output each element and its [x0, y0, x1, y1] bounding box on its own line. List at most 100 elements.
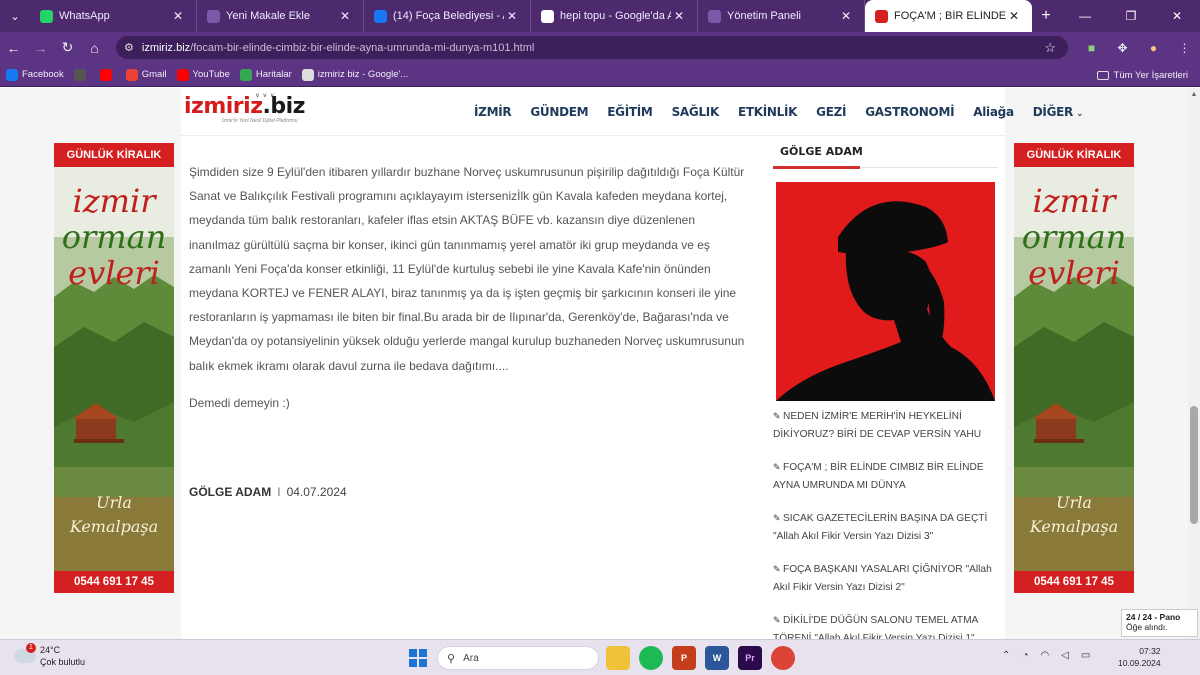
menu-item[interactable]: GEZİ	[816, 105, 846, 119]
tab-title: FOÇA'M ; BİR ELİNDE CIMBIZ	[894, 10, 1006, 22]
tab-favicon	[541, 9, 554, 23]
search-icon: ⚲	[447, 652, 456, 665]
forward-button[interactable]: →	[27, 32, 54, 63]
tab-title: hepi topu - Google'da Ara	[560, 10, 671, 22]
tab-close-icon[interactable]: ✕	[504, 9, 520, 23]
tab-close-icon[interactable]: ✕	[838, 9, 854, 23]
minimize-icon[interactable]: —	[1062, 9, 1108, 23]
browser-tab[interactable]: Yönetim Paneli ✕	[698, 0, 865, 32]
tab-close-icon[interactable]: ✕	[1006, 9, 1022, 23]
sidebar-title: GÖLGE ADAM	[780, 145, 863, 158]
bookmark-label: Facebook	[22, 69, 64, 80]
more-menu-icon[interactable]: ⋮	[1169, 41, 1200, 55]
wifi-icon[interactable]: ◠	[1040, 650, 1049, 661]
sidebar-article-link[interactable]: ✎ SICAK GAZETECİLERİN BAŞINA DA GEÇTİ "Al…	[773, 510, 998, 545]
logo-wordmark: izmiriz.biz	[184, 94, 305, 119]
menu-item[interactable]: İZMİR	[474, 105, 512, 119]
bookmark-item[interactable]	[99, 68, 116, 81]
pen-icon: ✎	[773, 564, 781, 574]
sidebar-article-link[interactable]: ✎ FOÇA'M ; BİR ELİNDE CIMBIZ BİR ELİNDE A…	[773, 459, 998, 494]
menu-item[interactable]: GASTRONOMİ	[865, 105, 954, 119]
file-explorer-icon[interactable]	[606, 646, 630, 670]
browser-tab[interactable]: WhatsApp ✕	[30, 0, 197, 32]
author-silhouette-image[interactable]	[776, 182, 995, 401]
bookmark-item[interactable]: YouTube	[176, 68, 230, 81]
extensions-puzzle-icon[interactable]: ✥	[1107, 41, 1138, 55]
browser-tab[interactable]: (14) Foça Belediyesi - Arama✕	[364, 0, 531, 32]
close-window-icon[interactable]: ✕	[1154, 9, 1200, 23]
menu-item[interactable]: SAĞLIK	[672, 105, 720, 119]
volume-icon[interactable]: ◁	[1061, 650, 1069, 661]
clock-date: 10.09.2024	[1118, 658, 1161, 668]
reload-button[interactable]: ↻	[54, 32, 81, 63]
pen-icon: ✎	[773, 513, 781, 523]
weather-widget[interactable]: 1 24°C Çok bulutlu	[14, 643, 85, 668]
browser-tab-bar: ⌄ WhatsApp ✕ Yeni Makale Ekle ✕ (14) Foça Be…	[0, 0, 1200, 32]
bookmark-star-icon[interactable]: ☆	[1044, 40, 1056, 56]
folder-icon	[1096, 70, 1109, 80]
bookmark-item[interactable]	[73, 68, 90, 81]
author-link[interactable]: GÖLGE ADAM	[189, 485, 271, 499]
word-icon[interactable]: W	[705, 646, 729, 670]
clipboard-notification[interactable]: 24 / 24 - Pano Öğe alındı.	[1121, 609, 1198, 637]
profile-avatar[interactable]: ●	[1138, 41, 1169, 55]
url-text[interactable]: izmiriz.biz/focam-bir-elinde-cimbiz-bir-…	[142, 42, 534, 54]
site-logo[interactable]: ᵛ ᵛ ᵛ izmiriz.biz İzmir'in Yeni Nesil Di…	[184, 91, 314, 134]
taskbar-clock[interactable]: 07:32 10.09.2024	[1118, 645, 1161, 669]
toolbar-actions: ■ ✥ ● ⋮	[1076, 32, 1200, 63]
weather-badge: 1	[26, 643, 36, 653]
browser-tab[interactable]: FOÇA'M ; BİR ELİNDE CIMBIZ✕	[865, 0, 1032, 32]
new-tab-button[interactable]: +	[1032, 7, 1060, 25]
bookmark-icon	[301, 68, 314, 81]
all-bookmarks-button[interactable]: Tüm Yer İşaretleri	[1096, 63, 1188, 87]
sidebar-title-underline	[773, 166, 998, 169]
page-scrollbar[interactable]: ▲ ▼	[1188, 88, 1200, 639]
menu-item[interactable]: ETKİNLİK	[738, 105, 798, 119]
bookmark-icon	[73, 68, 86, 81]
tab-search-button[interactable]: ⌄	[0, 0, 30, 32]
right-banner-ad[interactable]: GÜNLÜK KİRALIK izmir orman evleri Urla K…	[1014, 143, 1134, 593]
tab-close-icon[interactable]: ✕	[671, 9, 687, 23]
premiere-icon[interactable]: Pr	[738, 646, 762, 670]
bookmark-item[interactable]: Haritalar	[239, 68, 292, 81]
tab-close-icon[interactable]: ✕	[170, 9, 186, 23]
tray-app-icon[interactable]: ◔	[1022, 650, 1028, 661]
article-closing-line: Demedi demeyin :)	[189, 396, 290, 410]
ad-town-urla: Urla	[1056, 493, 1092, 512]
tab-title: Yeni Makale Ekle	[226, 10, 310, 22]
browser-tab[interactable]: Yeni Makale Ekle ✕	[197, 0, 364, 32]
clipboard-title: 24 / 24 - Pano	[1126, 612, 1181, 622]
home-button[interactable]: ⌂	[81, 32, 108, 63]
windows-start-icon[interactable]	[409, 649, 427, 667]
menu-item[interactable]: DİĞER ⌄	[1033, 105, 1084, 119]
system-tray: ⌃ ◔ ◠ ◁ ▭	[1002, 650, 1102, 661]
left-banner-ad[interactable]: GÜNLÜK KİRALIK izmir orman evleri Urla K…	[54, 143, 174, 593]
clipboard-text: Öğe alındı.	[1126, 622, 1168, 632]
clock-time: 07:32	[1139, 646, 1161, 656]
browser-tab[interactable]: hepi topu - Google'da Ara✕	[531, 0, 698, 32]
chrome-icon[interactable]	[771, 646, 795, 670]
scrollbar-thumb[interactable]	[1190, 406, 1198, 524]
tab-title: (14) Foça Belediyesi - Arama	[393, 10, 504, 22]
menu-item[interactable]: Aliağa	[973, 105, 1014, 119]
sidebar-article-link[interactable]: ✎ DİKİLİ'DE DÜĞÜN SALONU TEMEL ATMA TÖREN…	[773, 612, 998, 639]
taskbar-search[interactable]: ⚲ Ara	[437, 646, 599, 670]
powerpoint-icon[interactable]: P	[672, 646, 696, 670]
sidebar-article-link[interactable]: ✎ FOÇA BAŞKANI YASALARI ÇİĞNİYOR "Allah A…	[773, 561, 998, 596]
battery-icon[interactable]: ▭	[1081, 650, 1090, 661]
back-button[interactable]: ←	[0, 32, 27, 63]
bookmark-item[interactable]: Facebook	[6, 68, 64, 81]
menu-item[interactable]: EĞİTİM	[607, 105, 653, 119]
spotify-icon[interactable]	[639, 646, 663, 670]
scroll-up-icon[interactable]: ▲	[1188, 91, 1200, 98]
menu-item[interactable]: GÜNDEM	[530, 105, 588, 119]
tray-chevron-icon[interactable]: ⌃	[1002, 650, 1010, 661]
bookmark-item[interactable]: Gmail	[125, 68, 167, 81]
site-info-icon[interactable]: ⚙	[124, 41, 134, 54]
restore-icon[interactable]: ❐	[1108, 9, 1154, 23]
sidebar-article-link[interactable]: ✎ NEDEN İZMİR'E MERİH'İN HEYKELİNİ DİKİYO…	[773, 408, 998, 443]
extension-icon[interactable]: ■	[1076, 41, 1107, 55]
tab-close-icon[interactable]: ✕	[337, 9, 353, 23]
bookmark-item[interactable]: izmiriz biz - Google'...	[301, 68, 408, 81]
address-bar[interactable]: ⚙ izmiriz.biz/focam-bir-elinde-cimbiz-bi…	[116, 36, 1068, 59]
